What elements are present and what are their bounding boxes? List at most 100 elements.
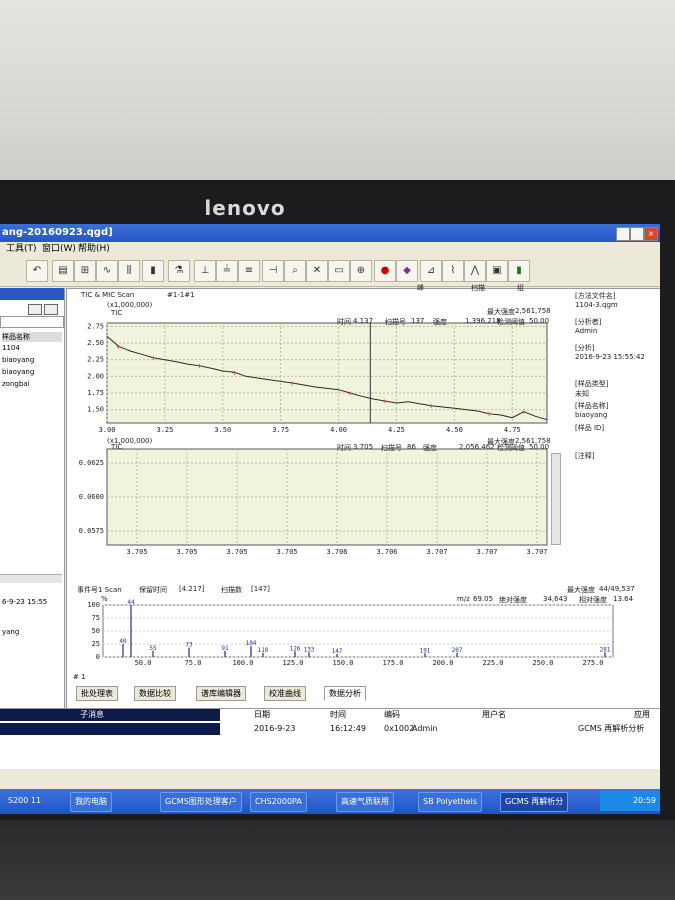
tune-icon[interactable]: ⊿ [420,260,442,282]
taskbar-item[interactable]: SB PolyetheIs [418,792,483,812]
x-tick-label: 3.706 [376,548,397,556]
cell-code: 0x1002 [384,724,415,733]
toolbar: ↶ ▤ ⊞ ∿ ⫼ ▮ ⚗ ⊥ ≟ ≡ ⊣ ⌕ ✕ ▭ ⊕ ● ◆ ⊿ ⌇ ⋀ … [0,256,660,287]
zoom-icon[interactable]: ⊕ [350,260,372,282]
horizontal-scrollbar[interactable] [0,574,62,583]
taskbar-item[interactable]: GCMS图形处理客户 [160,792,242,812]
x-tick-label: 3.50 [214,426,231,434]
list-item[interactable]: biaoyang [2,368,34,376]
wave-icon[interactable]: ⌇ [442,260,464,282]
vertical-scrollbar[interactable] [551,453,561,545]
list-item[interactable]: 1104 [2,344,20,352]
taskbar-item[interactable]: CHS2000PA [250,792,307,812]
battery-icon[interactable]: ▮ [508,260,530,282]
tab-calibration-curve[interactable]: 校准曲线 [264,686,306,701]
tic-panel-title: TIC & MIC Scan [81,291,135,299]
tab-batch-table[interactable]: 批处理表 [76,686,118,701]
monitor-brand: lenovo [204,196,286,220]
compare-icon[interactable]: ▣ [486,260,508,282]
table-icon[interactable]: ▤ [52,260,74,282]
y-tick-label: 1.75 [87,389,104,397]
cross-icon[interactable]: ✕ [306,260,328,282]
menu-help[interactable]: 帮助(H) [78,242,110,256]
panel-title-bar [0,288,64,300]
peak-icon[interactable]: ∿ [96,260,118,282]
tic-chromatogram[interactable]: 3.00 3.25 3.50 3.75 4.00 4.25 4.50 4.75 1.50 1.75… [67,307,557,437]
graph-icon[interactable]: ⋀ [464,260,486,282]
x-tick-label: 75.0 [185,659,202,667]
peak-label: 191 [420,647,431,654]
mic-threshold-value: 50.00 [529,443,550,451]
baseline-icon[interactable]: ≟ [216,260,238,282]
col-code[interactable]: 编码 [384,709,400,721]
undo-icon[interactable]: ↶ [26,260,48,282]
y-tick-label: 75 [92,614,100,622]
x-tick-label: 3.25 [156,426,173,434]
y-tick-label: 50 [92,627,100,635]
close-button[interactable]: × [644,227,658,241]
panel-button[interactable] [28,304,42,315]
x-tick-label: 3.705 [176,548,197,556]
y-tick-label: 0.0575 [79,527,104,535]
nav-peak-button[interactable]: 峰 [417,283,424,293]
menu-tools[interactable]: 工具(T) [6,242,37,256]
x-tick-label: 3.705 [126,548,147,556]
list-item[interactable]: biaoyang [2,356,34,364]
tag-icon[interactable]: ◆ [396,260,418,282]
taskbar-item[interactable]: 高速气质联用 [336,792,394,812]
peak-marker: + [116,342,121,351]
x-tick-label: 4.50 [446,426,463,434]
taskbar-item[interactable]: S200 11 [4,792,45,810]
y-tick-label: 2.75 [87,322,104,330]
peak-marker: + [197,362,202,371]
chart-icon[interactable]: ⊞ [74,260,96,282]
level-icon[interactable]: ≡ [238,260,260,282]
taskbar-item[interactable]: 我的电脑 [70,792,112,812]
sample-dropdown[interactable] [0,316,64,328]
peak-label: 40 [119,638,127,645]
window-icon[interactable]: ▭ [328,260,350,282]
minimize-button[interactable]: _ [616,227,630,241]
x-tick-label: 3.705 [226,548,247,556]
y-tick-label: 0.0600 [79,493,104,501]
taskbar-item[interactable]: GCMS 再解析分 [500,792,569,812]
mass-spectrum[interactable]: 0 25 50 75 100 50.0 75.0 100.0 125.0 150.0 175.0 20… [67,599,647,673]
column-header-sample-name[interactable]: 样品名称 [2,332,62,342]
bars-icon[interactable]: ▮ [142,260,164,282]
view-tabs: 批处理表 数据比较 谱库编辑器 校准曲线 数据分析 [70,686,660,701]
tic-intensity-value: 1,396,218 [465,317,501,325]
col-message[interactable]: 子消息 [80,709,104,721]
col-user[interactable]: 用户名 [482,709,506,721]
menu-window[interactable]: 窗口(W) [42,242,76,256]
mic-chromatogram[interactable]: 0.0575 0.0600 0.0625 3.705 3.705 3.705 3.705 3.… [67,441,557,561]
scan-icon[interactable]: ⊣ [262,260,284,282]
cell-time: 16:12:49 [330,724,366,733]
x-tick-label: 150.0 [332,659,353,667]
list-item[interactable]: zongbai [2,380,30,388]
tic-max-label: 最大强度 [487,308,515,316]
name-label: [样品名称] [575,402,609,410]
clock: 20:59 [600,791,660,811]
info-date: 6-9-23 15:55 [2,598,48,606]
tic-intensity-label: 强度 [433,318,447,326]
spectrum-icon[interactable]: ⫼ [118,260,140,282]
col-app[interactable]: 应用 [634,709,650,721]
panel-button[interactable] [44,304,58,315]
info-name: yang [2,628,20,636]
desk [0,820,675,900]
maximize-button[interactable]: □ [630,227,644,241]
nav-scan-button[interactable]: 扫描 [471,283,485,293]
tab-library-editor[interactable]: 谱库编辑器 [196,686,246,701]
col-date[interactable]: 日期 [254,709,270,721]
x-tick-label: 4.25 [388,426,405,434]
search-icon[interactable]: ⌕ [284,260,306,282]
y-tick-label: 0.0625 [79,459,104,467]
tab-data-compare[interactable]: 数据比较 [134,686,176,701]
peak-label: 55 [149,645,157,652]
record-icon[interactable]: ● [374,260,396,282]
col-time[interactable]: 时间 [330,709,346,721]
nav-group-button[interactable]: 组 [517,283,524,293]
integrate-icon[interactable]: ⊥ [194,260,216,282]
tab-data-analysis[interactable]: 数据分析 [324,686,366,701]
flask-icon[interactable]: ⚗ [168,260,190,282]
